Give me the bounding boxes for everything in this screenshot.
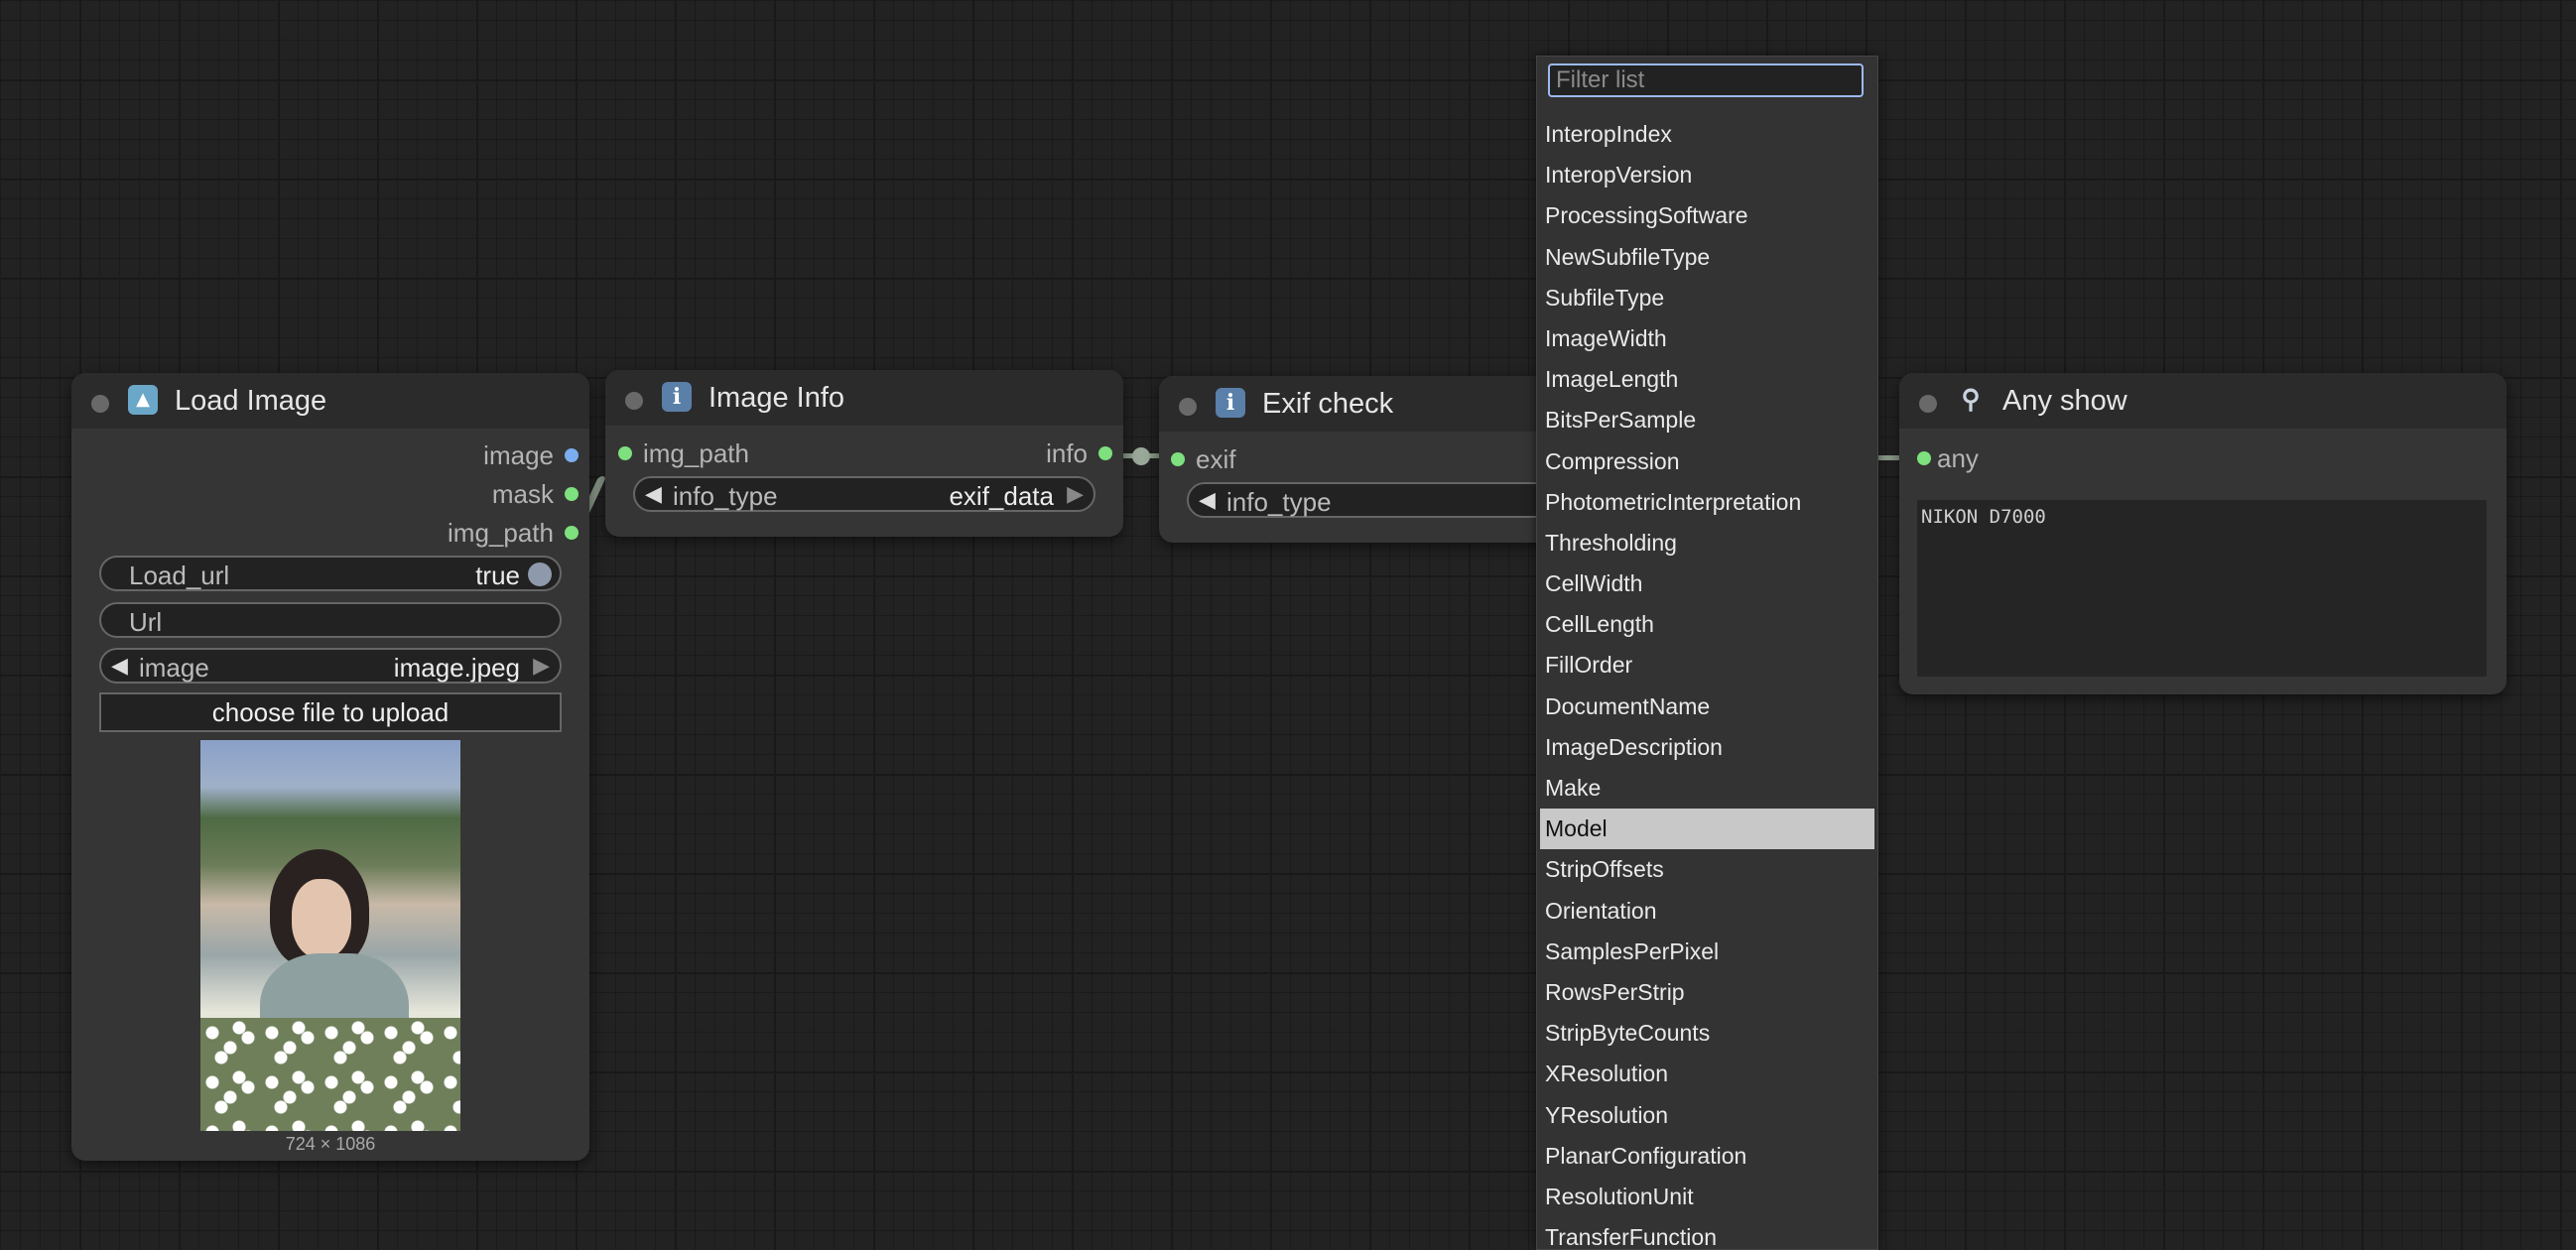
magnifier-icon: ⚲ (1961, 385, 1981, 415)
dropdown-option[interactable]: ResolutionUnit (1540, 1177, 1874, 1217)
dropdown-option[interactable]: SubfileType (1540, 278, 1874, 318)
dropdown-option[interactable]: Thresholding (1540, 523, 1874, 563)
collapse-dot[interactable] (1919, 395, 1937, 413)
input-any-label: any (1937, 443, 1979, 473)
dropdown-option[interactable]: ImageDescription (1540, 727, 1874, 768)
photo-flowers (200, 1018, 460, 1131)
arrow-right-icon[interactable]: ▶ (533, 653, 550, 679)
input-imgpath-socket[interactable] (618, 446, 632, 460)
image-info-node[interactable]: i Image Info img_path info ◀ info_type e… (605, 370, 1123, 537)
dropdown-option[interactable]: Model (1540, 809, 1874, 850)
any-show-textarea[interactable]: NIKON D7000 (1917, 500, 2487, 677)
info-type-dropdown[interactable]: InteropIndexInteropVersionProcessingSoft… (1536, 56, 1878, 1250)
output-image-socket[interactable] (565, 448, 579, 462)
info-icon: i (662, 382, 692, 412)
node-header[interactable]: ▲ Load Image (71, 373, 589, 429)
output-image-label: image (483, 440, 554, 470)
node-header[interactable]: ⚲ Any show (1899, 373, 2507, 429)
output-info-socket[interactable] (1098, 446, 1112, 460)
dropdown-option[interactable]: FillOrder (1540, 645, 1874, 686)
widget-label: info_type (673, 481, 778, 511)
node-title: Any show (2002, 385, 2127, 417)
arrow-left-icon[interactable]: ◀ (111, 653, 128, 679)
dropdown-option[interactable]: StripOffsets (1540, 849, 1874, 890)
collapse-dot[interactable] (1179, 398, 1197, 416)
widget-label: image (139, 653, 209, 683)
upload-button[interactable]: choose file to upload (99, 692, 562, 732)
dropdown-option[interactable]: ImageLength (1540, 359, 1874, 400)
dropdown-option[interactable]: Orientation (1540, 891, 1874, 932)
dropdown-option[interactable]: PlanarConfiguration (1540, 1136, 1874, 1177)
dropdown-option[interactable]: DocumentName (1540, 687, 1874, 727)
dropdown-option[interactable]: CellLength (1540, 604, 1874, 645)
toggle-knob-icon (528, 562, 552, 586)
wire-midpoint-dot[interactable] (1132, 447, 1150, 465)
dropdown-option[interactable]: ImageWidth (1540, 318, 1874, 359)
output-mask-socket[interactable] (565, 487, 579, 501)
info-type-combo[interactable]: ◀ info_type exif_data ▶ (633, 476, 1095, 512)
load-url-toggle[interactable]: Load_url true (99, 556, 562, 591)
dropdown-option[interactable]: InteropVersion (1540, 155, 1874, 195)
collapse-dot[interactable] (625, 392, 643, 410)
dropdown-option[interactable]: ProcessingSoftware (1540, 195, 1874, 236)
url-placeholder: Url (129, 607, 163, 637)
arrow-right-icon[interactable]: ▶ (1067, 481, 1084, 507)
input-exif-socket[interactable] (1171, 452, 1185, 466)
dropdown-option[interactable]: StripByteCounts (1540, 1013, 1874, 1054)
dropdown-option[interactable]: InteropIndex (1540, 114, 1874, 155)
dropdown-option[interactable]: TransferFunction (1540, 1217, 1874, 1249)
node-title: Image Info (708, 382, 845, 414)
image-preview (200, 740, 460, 1131)
filter-list-input[interactable] (1548, 63, 1864, 97)
widget-label: Load_url (129, 561, 230, 590)
dropdown-option[interactable]: CellWidth (1540, 563, 1874, 604)
dropdown-option[interactable]: NewSubfileType (1540, 237, 1874, 278)
input-any-socket[interactable] (1917, 451, 1931, 465)
output-info-label: info (1046, 438, 1088, 468)
load-image-node[interactable]: ▲ Load Image image mask img_path Load_ur… (71, 373, 589, 1161)
photo-face (292, 879, 351, 958)
node-title: Load Image (175, 385, 327, 417)
dropdown-options: InteropIndex InteropVersion ProcessingSoft… (1540, 114, 1874, 1249)
image-combo[interactable]: ◀ image image.jpeg ▶ (99, 648, 562, 684)
input-imgpath-label: img_path (643, 438, 749, 468)
widget-value: exif_data (949, 481, 1054, 511)
url-input[interactable]: Url (99, 602, 562, 638)
node-header[interactable]: i Image Info (605, 370, 1123, 426)
input-exif-label: exif (1196, 444, 1236, 474)
dropdown-option[interactable]: PhotometricInterpretation (1540, 482, 1874, 523)
arrow-left-icon[interactable]: ◀ (1199, 487, 1216, 513)
dropdown-option[interactable]: BitsPerSample (1540, 400, 1874, 440)
widget-value: true (475, 561, 520, 590)
widget-value: image.jpeg (393, 653, 520, 683)
collapse-dot[interactable] (91, 395, 109, 413)
arrow-left-icon[interactable]: ◀ (645, 481, 662, 507)
output-imgpath-socket[interactable] (565, 526, 579, 540)
any-show-node[interactable]: ⚲ Any show any NIKON D7000 (1899, 373, 2507, 694)
dropdown-option[interactable]: Make (1540, 768, 1874, 809)
widget-label: info_type (1226, 487, 1332, 517)
dropdown-option[interactable]: SamplesPerPixel (1540, 932, 1874, 972)
upload-button-label: choose file to upload (211, 697, 450, 727)
textarea-content: NIKON D7000 (1921, 506, 2046, 528)
dropdown-option[interactable]: YResolution (1540, 1095, 1874, 1136)
output-mask-label: mask (491, 479, 554, 509)
dropdown-option[interactable]: XResolution (1540, 1054, 1874, 1094)
preview-caption: 724 × 1086 (285, 1134, 376, 1154)
dropdown-option[interactable]: RowsPerStrip (1540, 972, 1874, 1013)
node-title: Exif check (1262, 388, 1394, 420)
output-imgpath-label: img_path (448, 518, 554, 548)
picture-icon: ▲ (128, 385, 158, 415)
dropdown-option[interactable]: Compression (1540, 441, 1874, 482)
info-icon: i (1216, 388, 1245, 418)
